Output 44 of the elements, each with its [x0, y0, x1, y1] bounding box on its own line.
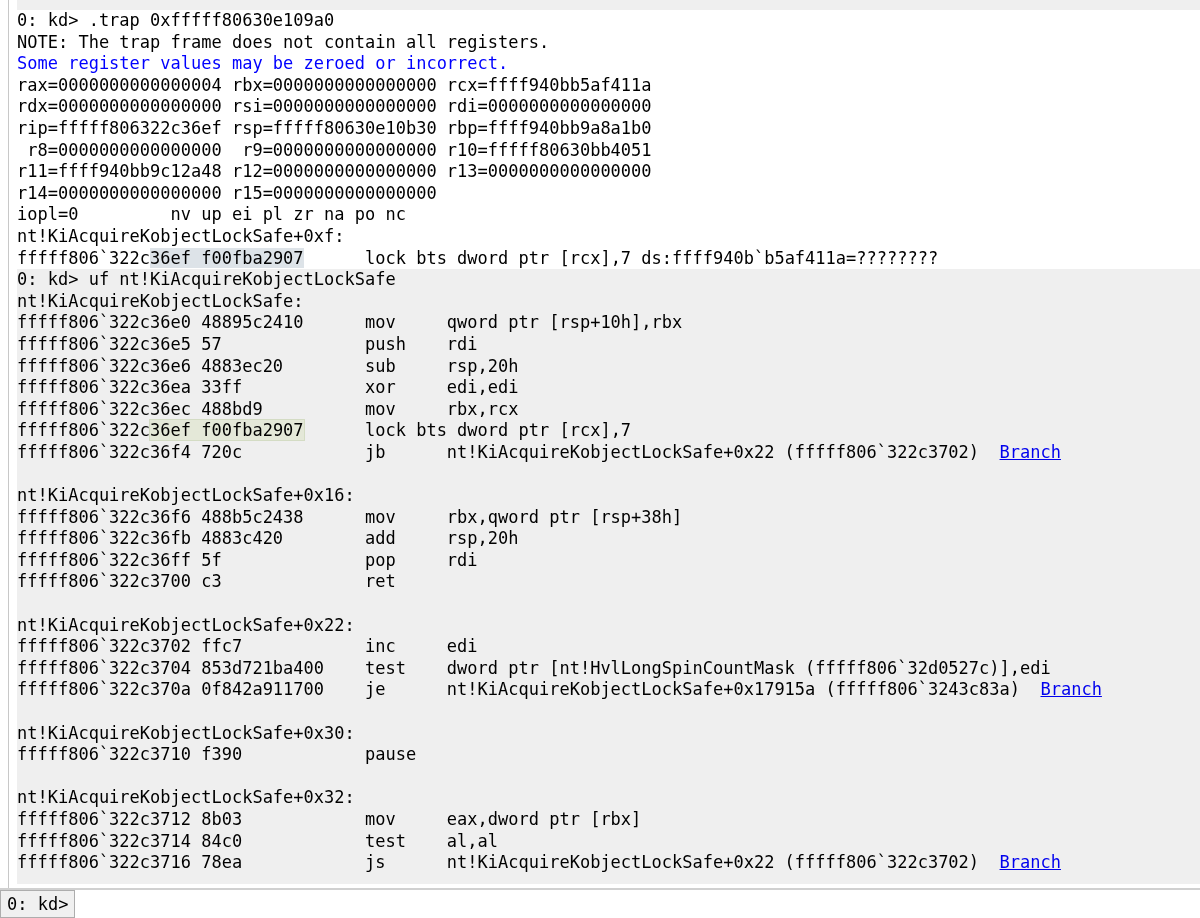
output-text: fffff806`322c370a 0f842a911700 je nt!KiAcquireKobjectLockSafe+0x17915a (fffff806`3243c83a) — [17, 679, 1021, 700]
output-text: rdx=0000000000000000 rsi=0000000000000000 rdi=0000000000000000 — [17, 96, 652, 117]
output-text: fffff806`322c3702 ffc7 inc edi — [17, 636, 478, 657]
output-text: fffff806`322c3710 f390 pause — [17, 744, 417, 765]
output-text: fffff806`322c36ff 5f pop rdi — [17, 549, 478, 570]
selected-text: 36ef f00fba2907 — [150, 247, 304, 268]
output-text: fffff806`322c — [17, 247, 151, 268]
output-text: fffff806`322c36e0 48895c2410 mov qword ptr [rsp+10h],rbx — [17, 312, 683, 333]
branch-link[interactable]: Branch — [999, 852, 1061, 873]
output-text: iopl=0 nv up ei pl zr na po nc — [17, 204, 406, 225]
output-text: fffff806`322c36e5 57 push rdi — [17, 333, 478, 354]
highlighted-text: 36ef f00fba2907 — [150, 420, 304, 441]
output-text: fffff806`322c3700 c3 ret — [17, 571, 396, 592]
output-text: fffff806`322c3716 78ea js nt!KiAcquireKobjectLockSafe+0x22 (fffff806`322c3702) — [17, 852, 980, 873]
output-text: r14=0000000000000000 r15=0000000000000000 — [17, 182, 437, 203]
output-text: nt!KiAcquireKobjectLockSafe+0x16: — [17, 485, 355, 506]
output-text: nt!KiAcquireKobjectLockSafe+0x22: — [17, 614, 355, 635]
output-text: 0: kd> .trap 0xfffff80630e109a0 — [17, 10, 335, 30]
branch-link[interactable]: Branch — [1040, 679, 1102, 700]
branch-link[interactable]: Branch — [999, 441, 1061, 462]
output-text: fffff806`322c36f6 488b5c2438 mov rbx,qword ptr [rsp+38h] — [17, 506, 683, 527]
output-text: nt!KiAcquireKobjectLockSafe+0x32: — [17, 787, 355, 808]
output-text: r8=0000000000000000 r9=0000000000000000 r10=fffff80630bb4051 — [26, 139, 652, 160]
output-text: lock bts dword ptr [rcx],7 — [364, 420, 632, 441]
output-text: fffff806`322c3704 853d721ba400 test dword ptr [nt!HvlLongSpinCountMask (fffff806`32d0527c)],edi — [17, 657, 1051, 678]
output-text: fffff806`322c — [17, 420, 151, 441]
warning-text: Some register values may be zeroed or incorrect. — [17, 53, 509, 74]
output-text: r11=ffff940bb9c12a48 r12=0000000000000000 r13=0000000000000000 — [17, 161, 652, 182]
output-text: nt!KiAcquireKobjectLockSafe: — [17, 290, 304, 311]
output-text: rax=0000000000000004 rbx=0000000000000000 rcx=ffff940bb5af411a — [17, 74, 652, 95]
output-text: fffff806`322c3712 8b03 mov eax,dword ptr [rbx] — [17, 808, 642, 829]
output-text: NOTE: The trap frame does not contain all registers. — [17, 31, 550, 52]
output-text: fffff806`322c36ea 33ff xor edi,edi — [17, 377, 519, 398]
output-text: fffff806`322c36ec 488bd9 mov rbx,rcx — [17, 398, 519, 419]
output-text: fffff806`322c3714 84c0 test al,al — [17, 830, 499, 851]
command-prompt: 0: kd> — [0, 890, 76, 918]
output-text: lock bts dword ptr [rcx],7 ds:ffff940b`b5af411a=???????? — [364, 247, 939, 268]
output-text: nt!KiAcquireKobjectLockSafe+0xf: — [17, 225, 345, 246]
output-text: fffff806`322c36fb 4883c420 add rsp,20h — [17, 528, 519, 549]
output-text: rip=fffff806322c36ef rsp=fffff80630e10b30 rbp=ffff940bb9a8a1b0 — [17, 117, 652, 138]
output-text: 0: kd> uf nt!KiAcquireKobjectLockSafe — [17, 269, 396, 290]
output-text: nt!KiAcquireKobjectLockSafe+0x30: — [17, 722, 355, 743]
output-text: fffff806`322c36f4 720c jb nt!KiAcquireKobjectLockSafe+0x22 (fffff806`322c3702) — [17, 441, 980, 462]
output-text: fffff806`322c36e6 4883ec20 sub rsp,20h — [17, 355, 519, 376]
